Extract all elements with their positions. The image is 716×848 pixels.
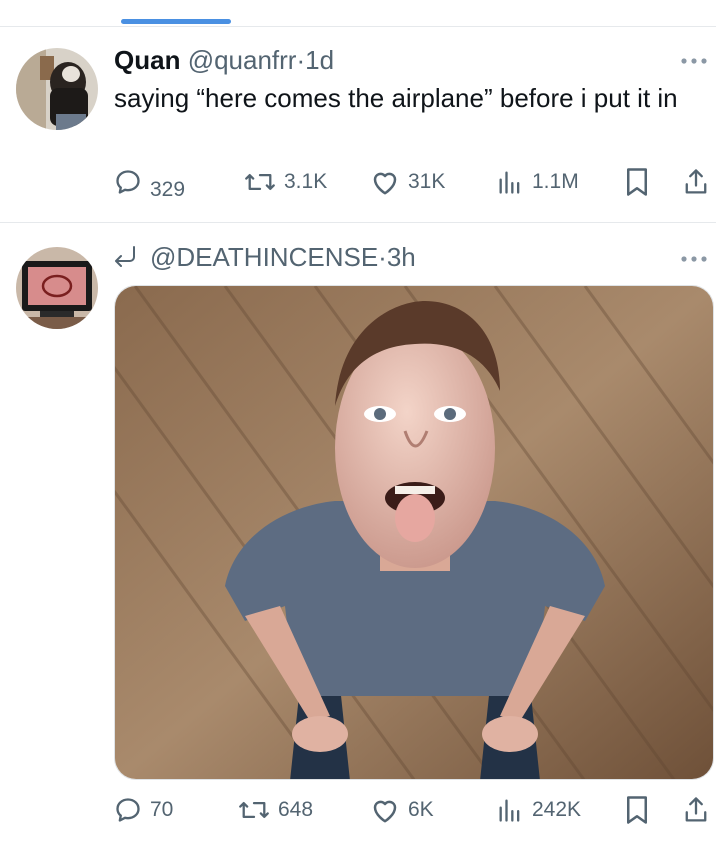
separator-dot: · xyxy=(296,45,306,75)
timestamp[interactable]: 1d xyxy=(305,45,334,75)
heart-icon xyxy=(373,172,397,195)
more-icon[interactable] xyxy=(680,254,708,264)
like-button[interactable]: 31K xyxy=(370,164,445,200)
tweet-header: Quan @quanfrr·1d xyxy=(114,44,334,76)
views-icon xyxy=(499,799,520,822)
retweet-count: 648 xyxy=(278,798,314,821)
share-button[interactable] xyxy=(682,792,710,828)
user-handle[interactable]: @quanfrr xyxy=(188,45,297,75)
display-name[interactable]: Quan xyxy=(114,45,180,75)
avatar-image xyxy=(16,48,98,130)
retweet-button[interactable]: 3.1K xyxy=(244,164,327,200)
view-count: 1.1M xyxy=(532,170,579,193)
retweet-icon xyxy=(239,802,269,818)
avatar[interactable] xyxy=(16,247,98,329)
views-button[interactable]: 1.1M xyxy=(496,164,579,200)
retweet-button[interactable]: 648 xyxy=(238,792,313,828)
bookmark-icon xyxy=(627,168,647,196)
more-icon[interactable] xyxy=(680,56,708,66)
like-count: 6K xyxy=(408,798,434,821)
retweet-icon xyxy=(245,174,275,190)
tweet-actions: 329 3.1K 31K 1.1M xyxy=(114,164,714,201)
tab-bar xyxy=(0,0,716,27)
bookmark-icon xyxy=(627,796,647,824)
reply-button[interactable]: 70 xyxy=(114,792,173,828)
bookmark-button[interactable] xyxy=(624,164,650,200)
view-count: 242K xyxy=(532,798,582,821)
retweet-count: 3.1K xyxy=(284,170,328,193)
tweet-header: @DEATHINCENSE·3h xyxy=(112,240,416,274)
reply-arrow-icon xyxy=(115,246,135,267)
like-button[interactable]: 6K xyxy=(370,792,434,828)
heart-icon xyxy=(373,800,397,823)
views-icon xyxy=(499,171,520,194)
reply-icon xyxy=(116,170,140,194)
separator-dot: · xyxy=(378,242,387,272)
tweet-text: saying “here comes the airplane” before … xyxy=(114,83,678,113)
tweet-photo[interactable] xyxy=(114,285,714,780)
reply-count: 70 xyxy=(150,798,174,821)
bookmark-button[interactable] xyxy=(624,792,650,828)
avatar[interactable] xyxy=(16,48,98,130)
share-icon xyxy=(685,797,707,822)
active-tab-indicator xyxy=(121,19,231,24)
tweet-actions: 70 648 6K 242K xyxy=(114,792,714,828)
share-icon xyxy=(685,169,707,194)
user-handle[interactable]: @DEATHINCENSE xyxy=(150,242,378,272)
avatar-image xyxy=(16,247,98,329)
reply-count: 329 xyxy=(150,178,186,201)
tweet-divider xyxy=(0,222,716,223)
share-button[interactable] xyxy=(682,164,710,200)
photo-image xyxy=(115,286,713,779)
timestamp[interactable]: 3h xyxy=(387,242,416,272)
reply-button[interactable]: 329 xyxy=(114,164,186,201)
reply-icon xyxy=(116,798,140,822)
like-count: 31K xyxy=(408,170,446,193)
views-button[interactable]: 242K xyxy=(496,792,581,828)
